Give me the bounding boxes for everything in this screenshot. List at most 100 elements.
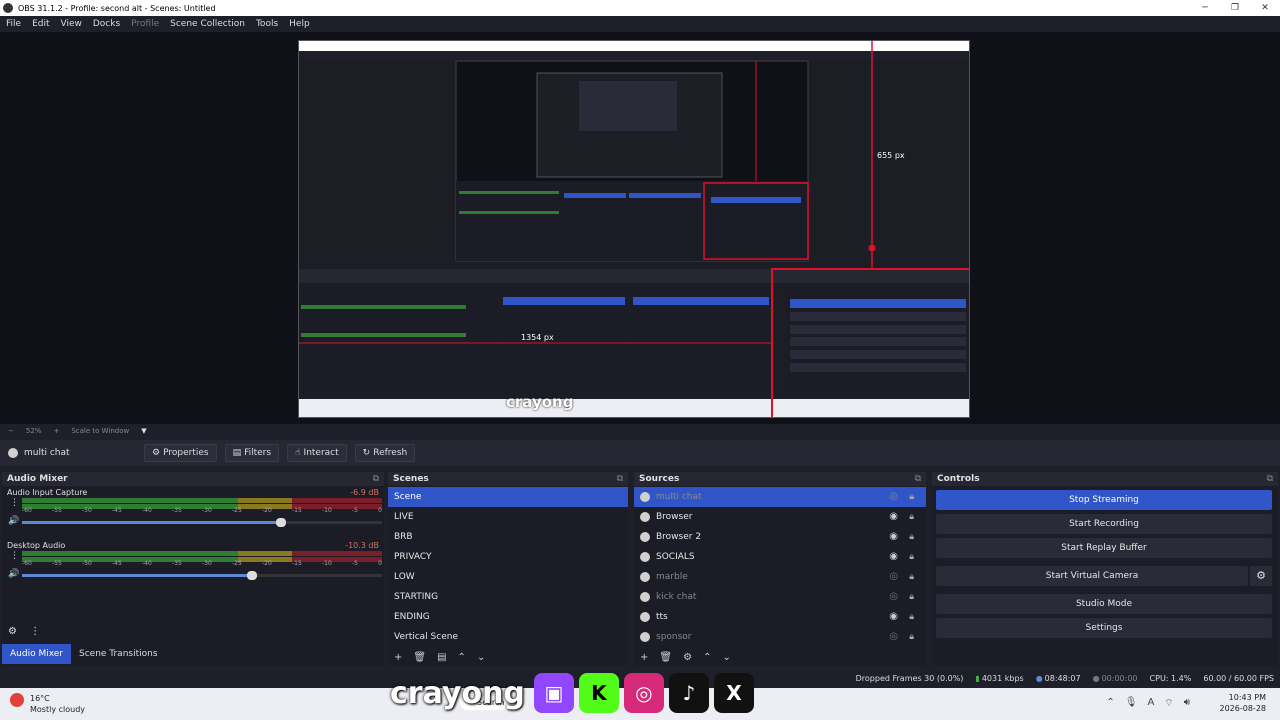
zoom-in-icon[interactable]: + <box>53 427 59 435</box>
refresh-button[interactable]: ↻ Refresh <box>354 444 416 462</box>
source-item[interactable]: Browser ◉ 🔒︎ <box>634 507 926 527</box>
scene-item[interactable]: Vertical Scene <box>388 627 628 647</box>
speaker-icon[interactable]: 🔊 <box>8 516 19 526</box>
undock-icon[interactable]: ⧉ <box>1267 472 1273 486</box>
eye-icon[interactable]: ◉ <box>889 507 898 527</box>
add-icon[interactable]: + <box>394 652 402 663</box>
source-item[interactable]: tts ◉ 🔒︎ <box>634 607 926 627</box>
tiktok-icon: ♪ <box>668 673 709 713</box>
source-type-icon <box>640 491 650 502</box>
advanced-audio-icon[interactable]: ⚙ <box>8 626 17 637</box>
studio-mode-button[interactable]: Studio Mode <box>936 594 1272 614</box>
menu-help[interactable]: Help <box>289 19 310 29</box>
lock-icon[interactable]: 🔒︎ <box>909 587 914 607</box>
trash-icon[interactable]: 🗑 <box>659 652 672 663</box>
interact-button[interactable]: ☝ Interact <box>287 444 347 462</box>
tab-scene-transitions[interactable]: Scene Transitions <box>71 644 166 664</box>
scene-item[interactable]: LIVE <box>388 507 628 527</box>
trash-icon[interactable]: 🗑 <box>413 652 426 663</box>
channel-menu-icon[interactable]: ⋮ <box>10 498 19 508</box>
volume-icon[interactable]: 🔊︎ <box>1184 697 1190 710</box>
undock-icon[interactable]: ⧉ <box>915 472 921 486</box>
scene-item[interactable]: LOW <box>388 567 628 587</box>
preview-canvas[interactable]: 655 px 1354 px crayong <box>298 40 970 418</box>
wifi-icon[interactable]: ⌔ <box>1164 697 1173 710</box>
source-item[interactable]: multi chat ◎ 🔒︎ <box>634 487 926 507</box>
scene-item[interactable]: PRIVACY <box>388 547 628 567</box>
preview-area[interactable]: 655 px 1354 px crayong <box>0 32 1280 424</box>
kick-icon: K <box>578 673 619 713</box>
volume-slider[interactable] <box>22 518 382 527</box>
up-icon[interactable]: ⌃ <box>703 652 711 663</box>
scene-item[interactable]: STARTING <box>388 587 628 607</box>
weather-text: Mostly cloudy <box>30 705 85 714</box>
start-replay-buffer-button[interactable]: Start Replay Buffer <box>936 538 1272 558</box>
properties-button[interactable]: ⚙ Properties <box>144 444 217 462</box>
source-item[interactable]: sponsor ◎ 🔒︎ <box>634 627 926 647</box>
menu-tools[interactable]: Tools <box>256 19 278 29</box>
undock-icon[interactable]: ⧉ <box>617 472 623 486</box>
font-icon[interactable]: A <box>1147 697 1154 710</box>
eye-icon[interactable]: ◉ <box>889 607 898 627</box>
scene-item[interactable]: BRB <box>388 527 628 547</box>
channel-menu-icon[interactable]: ⋮ <box>10 551 19 561</box>
volume-slider[interactable] <box>22 571 382 580</box>
source-item[interactable]: SOCIALS ◉ 🔒︎ <box>634 547 926 567</box>
menu-edit[interactable]: Edit <box>32 19 49 29</box>
level-meter <box>22 551 382 556</box>
source-item[interactable]: kick chat ◎ 🔒︎ <box>634 587 926 607</box>
eye-off-icon[interactable]: ◎ <box>889 567 898 587</box>
settings-button[interactable]: Settings <box>936 618 1272 638</box>
add-icon[interactable]: + <box>640 652 648 663</box>
undock-icon[interactable]: ⧉ <box>373 472 379 486</box>
menu-view[interactable]: View <box>61 19 82 29</box>
down-icon[interactable]: ⌄ <box>477 652 485 663</box>
stop-streaming-button[interactable]: Stop Streaming <box>936 490 1272 510</box>
menu-docks[interactable]: Docks <box>93 19 120 29</box>
weather-widget[interactable]: 16°C Mostly cloudy <box>10 693 85 715</box>
eye-icon[interactable]: ◎ <box>889 487 898 507</box>
close-button[interactable]: ✕ <box>1250 0 1280 16</box>
lock-icon[interactable]: 🔒︎ <box>909 567 914 587</box>
tab-audio-mixer[interactable]: Audio Mixer <box>2 644 71 664</box>
filters-button[interactable]: ▤ Filters <box>224 444 280 462</box>
source-name: kick chat <box>656 592 697 602</box>
mixer-header: Audio Mixer ⧉ <box>2 472 384 486</box>
gear-icon[interactable]: ⚙ <box>1250 566 1272 586</box>
eye-icon[interactable]: ◉ <box>889 547 898 567</box>
lock-icon[interactable]: 🔒︎ <box>909 527 914 547</box>
lock-icon[interactable]: 🔒︎ <box>909 607 914 627</box>
scene-item[interactable]: Scene <box>388 487 628 507</box>
eye-off-icon[interactable]: ◎ <box>889 587 898 607</box>
minimize-button[interactable]: ─ <box>1190 0 1220 16</box>
restore-button[interactable]: ❐ <box>1220 0 1250 16</box>
menu-file[interactable]: File <box>6 19 21 29</box>
audio-mixer-dock: Audio Mixer ⧉ Audio Input Capture -6.9 dB … <box>2 472 384 666</box>
eye-off-icon[interactable]: ◎ <box>889 627 898 647</box>
menu-scene-collection[interactable]: Scene Collection <box>170 19 245 29</box>
lock-icon[interactable]: 🔒︎ <box>909 547 914 567</box>
clock[interactable]: 10:43 PM 2026-08-28 <box>1220 692 1267 714</box>
gear-icon[interactable]: ⚙ <box>683 652 692 663</box>
up-icon[interactable]: ⌃ <box>458 652 466 663</box>
lock-icon[interactable]: 🔒︎ <box>909 627 914 647</box>
chevron-up-icon[interactable]: ⌃ <box>1106 697 1114 710</box>
source-item[interactable]: marble ◎ 🔒︎ <box>634 567 926 587</box>
menu-profile[interactable]: Profile <box>131 19 159 29</box>
down-icon[interactable]: ⌄ <box>722 652 730 663</box>
zoom-out-icon[interactable]: − <box>8 427 14 435</box>
mic-icon[interactable]: 🎙︎ <box>1125 697 1138 710</box>
speaker-icon[interactable]: 🔊 <box>8 569 19 579</box>
start-virtual-camera-button[interactable]: Start Virtual Camera <box>936 566 1248 586</box>
lock-icon[interactable]: 🔒︎ <box>909 507 914 527</box>
chevron-down-icon[interactable]: ▼ <box>141 427 146 435</box>
filters-icon[interactable]: ▤ <box>437 652 446 663</box>
scene-item[interactable]: ENDING <box>388 607 628 627</box>
scenes-title: Scenes <box>393 474 429 484</box>
scale-mode-select[interactable]: Scale to Window <box>71 427 129 435</box>
mixer-menu-icon[interactable]: ⋮ <box>30 626 40 637</box>
start-recording-button[interactable]: Start Recording <box>936 514 1272 534</box>
source-item[interactable]: Browser 2 ◉ 🔒︎ <box>634 527 926 547</box>
lock-icon[interactable]: 🔒︎ <box>909 487 914 507</box>
eye-icon[interactable]: ◉ <box>889 527 898 547</box>
